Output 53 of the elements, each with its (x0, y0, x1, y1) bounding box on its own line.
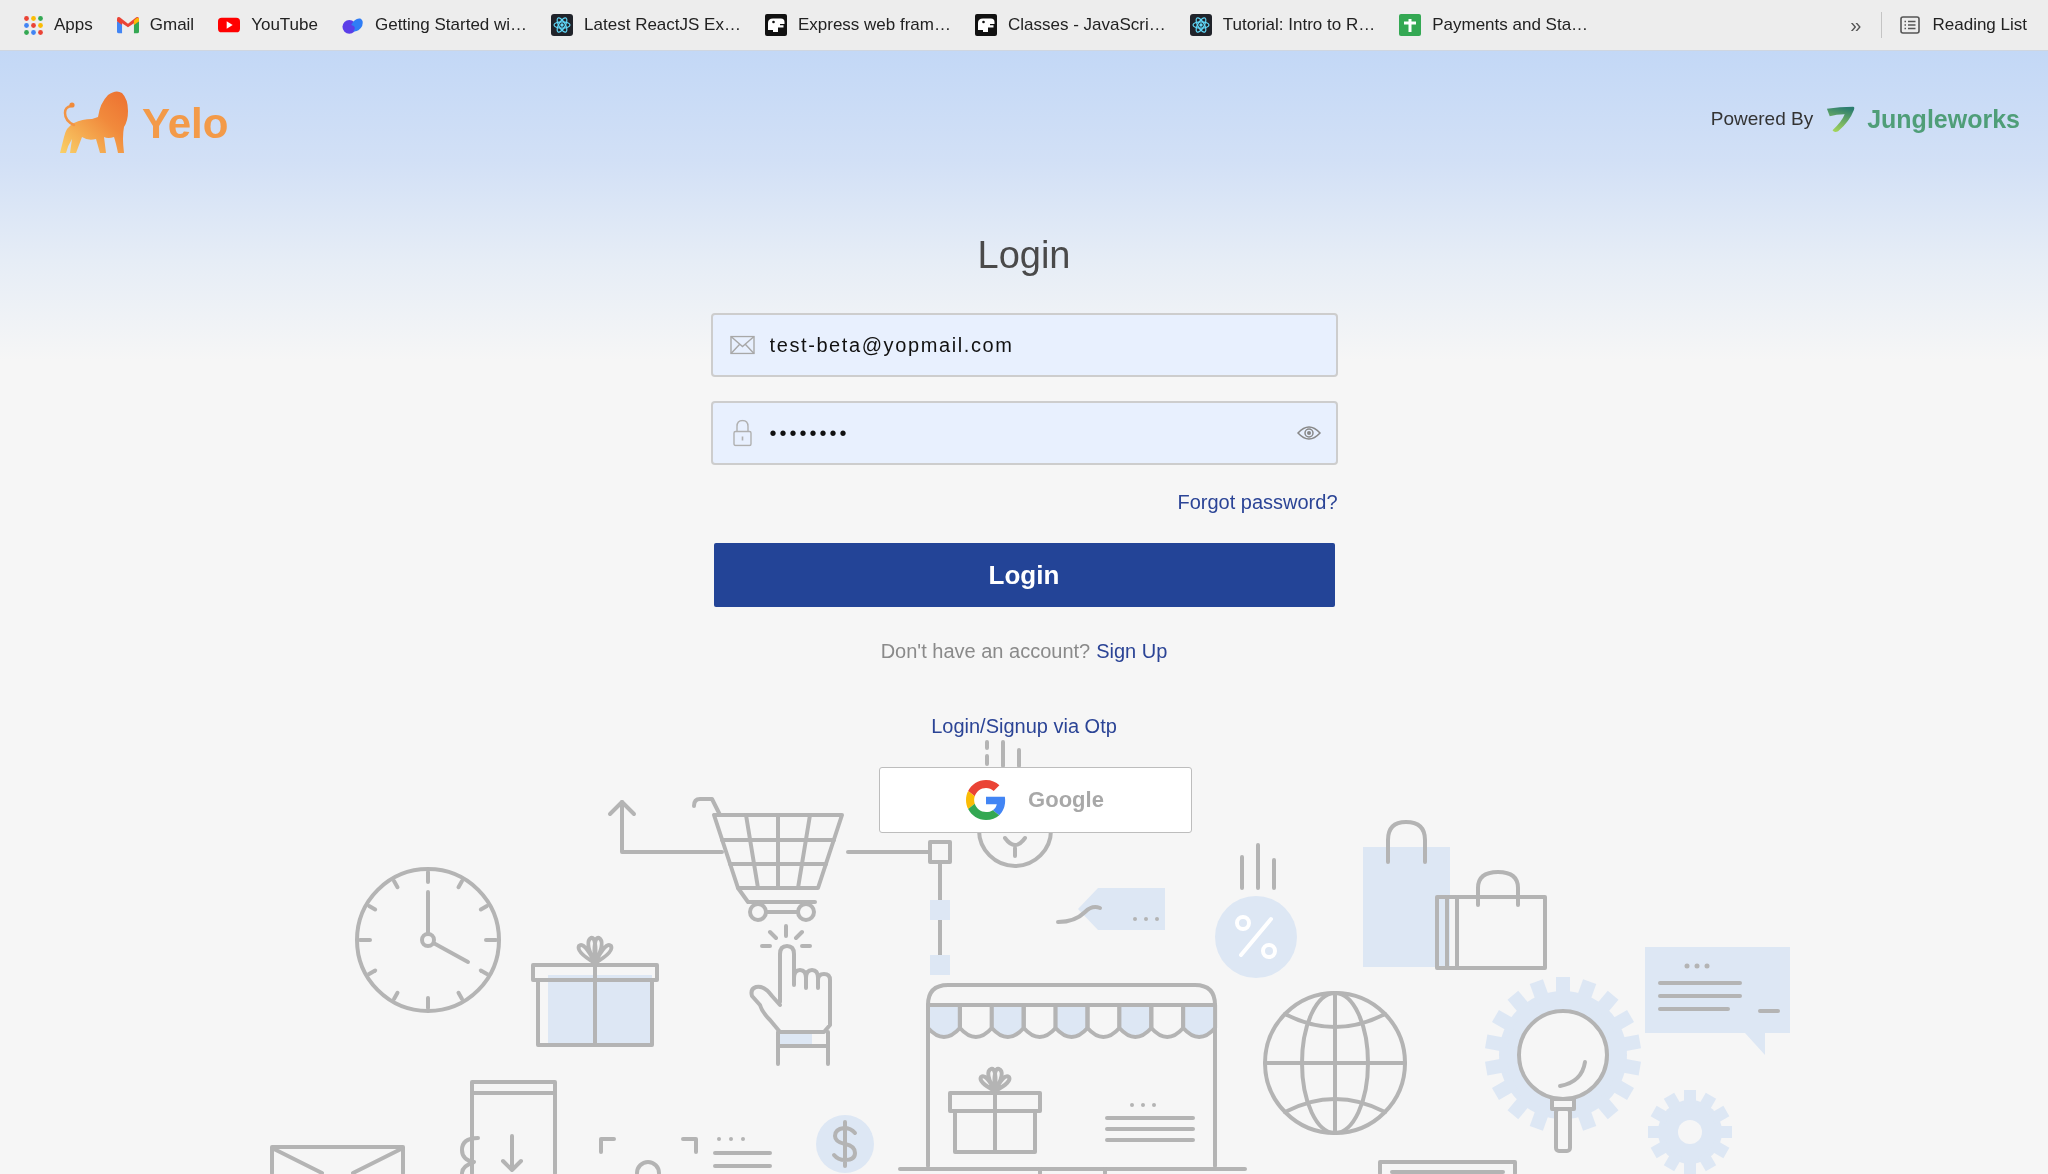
atom-icon (1189, 14, 1212, 36)
text-lines-icon (713, 1137, 772, 1168)
sign-up-link[interactable]: Sign Up (1096, 639, 1168, 663)
bookmark-link[interactable]: Payments and Sta… (1399, 14, 1589, 36)
dollar-coin-icon (816, 1115, 874, 1173)
login-title: Login (976, 233, 1072, 278)
frame-icon (1378, 1160, 1517, 1174)
mail-icon (729, 335, 755, 355)
apps-grid-icon (24, 15, 43, 35)
signup-prompt: Don't have an account? (880, 639, 1091, 663)
dinosaur-head-icon (975, 14, 997, 36)
magnifier-gear-icon (1484, 977, 1642, 1153)
forgot-password-link[interactable]: Forgot password? (1177, 490, 1338, 514)
google-g-icon (966, 780, 1007, 820)
bookmark-link[interactable]: Gmail (116, 14, 195, 36)
bookmark-link[interactable]: Express web fram… (764, 14, 951, 36)
brand-name: Yelo (142, 103, 229, 145)
clock-icon (355, 867, 501, 1013)
pointing-hand-icon (749, 924, 832, 1066)
storefront-icon (898, 983, 1247, 1174)
lock-icon (732, 419, 752, 447)
envelope-icon (270, 1145, 405, 1174)
globe-icon (1263, 991, 1407, 1135)
scan-frame-icon (599, 1137, 698, 1174)
powered-by-label: Powered By (1710, 108, 1814, 130)
more-bookmarks-button[interactable]: » (1848, 13, 1864, 37)
logo-mark-icon (1825, 105, 1856, 133)
email-field[interactable]: test-beta@yopmail.com (710, 313, 1338, 377)
m-logo-icon (116, 14, 139, 36)
bookmark-link[interactable]: Classes - JavaScri… (975, 14, 1166, 36)
bookmark-link[interactable]: YouTube (218, 14, 318, 36)
shopping-cart-icon (692, 797, 844, 922)
corner-arrow-icon (608, 800, 724, 854)
gear-icon (1648, 1090, 1732, 1174)
atom-icon (551, 14, 574, 36)
phone-icon (460, 1080, 557, 1174)
eye-icon[interactable] (1296, 425, 1321, 441)
dinosaur-head-icon (764, 14, 787, 36)
bookmark-link[interactable]: Getting Started wi… (341, 14, 528, 36)
reading-list-button[interactable]: Reading List (1900, 15, 2027, 35)
percent-badge-icon (1215, 843, 1297, 978)
otp-login-link[interactable]: Login/Signup via Otp (931, 714, 1117, 738)
bookmark-link[interactable]: Latest ReactJS Ex… (551, 14, 741, 36)
spreadsheet-icon (1399, 14, 1422, 36)
price-tag-icon (1056, 888, 1165, 930)
reading-list-icon (1900, 15, 1921, 35)
login-button[interactable]: Login (713, 543, 1335, 607)
chat-bubble-icon (1645, 947, 1790, 1055)
bookmark-link[interactable]: Apps (24, 15, 93, 35)
gift-box-icon (531, 935, 659, 1047)
password-field[interactable]: •••••••• (710, 401, 1338, 465)
bookmark-link[interactable]: Tutorial: Intro to R… (1189, 14, 1376, 36)
partner-name: Jungleworks (1867, 104, 2020, 134)
